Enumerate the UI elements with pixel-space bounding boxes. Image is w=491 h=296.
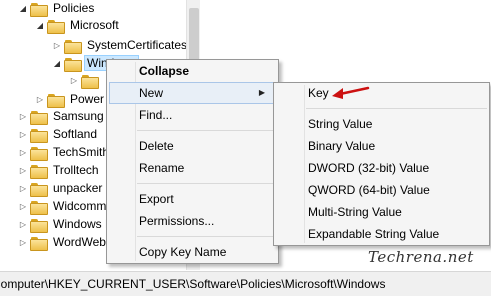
menu-item-label: Export [139,192,174,206]
collapse-arrow-icon[interactable]: ▷ [18,160,28,180]
folder-icon [64,39,82,54]
red-pointer-arrow-icon [332,86,370,99]
folder-icon [30,110,48,125]
menu-item-label: Delete [139,139,174,153]
menu-item-label: DWORD (32-bit) Value [308,161,430,175]
menu-item-new[interactable]: New ▶ [109,82,276,104]
menu-item-collapse[interactable]: Collapse [107,60,278,82]
menu-item-label: Binary Value [308,139,376,153]
submenu-item-multi-string-value[interactable]: Multi-String Value [274,201,489,223]
submenu-item-string-value[interactable]: String Value [274,113,489,135]
menu-item-label: Collapse [139,64,190,78]
menu-item-label: New [139,86,164,100]
submenu-arrow-icon: ▶ [258,88,265,97]
folder-icon [30,218,48,233]
menu-item-label: Permissions... [139,214,215,228]
submenu-item-expandable-string-value[interactable]: Expandable String Value [274,223,489,245]
tree-item-wordweb[interactable]: ▷ WordWeb [18,232,109,252]
tree-item-unpacker[interactable]: ▷ unpacker [18,178,105,198]
menu-item-rename[interactable]: Rename [107,157,278,179]
folder-icon [30,236,48,251]
tree-item-trolltech[interactable]: ▷ Trolltech [18,160,102,180]
menu-item-label: Find... [139,108,173,122]
submenu-item-dword-value[interactable]: DWORD (32-bit) Value [274,157,489,179]
menu-separator [306,108,487,109]
collapse-arrow-icon[interactable]: ▷ [18,214,28,234]
menu-item-label: Copy Key Name [139,245,227,259]
new-submenu: Key String Value Binary Value DWORD (32-… [273,82,490,246]
tree-item-systemcertificates[interactable]: ▷ SystemCertificates [52,35,190,55]
folder-icon [47,93,65,108]
tree-item-microsoft[interactable]: ◢ Microsoft [35,15,122,35]
menu-item-delete[interactable]: Delete [107,135,278,157]
menu-item-label: QWORD (64-bit) Value [308,183,430,197]
folder-icon [30,146,48,161]
collapse-arrow-icon[interactable]: ▷ [18,232,28,252]
folder-icon [30,182,48,197]
menu-item-label: Key [308,86,329,100]
menu-item-label: Expandable String Value [308,227,440,241]
collapse-arrow-icon[interactable]: ▷ [52,35,62,55]
menu-item-label: String Value [308,117,373,131]
status-path: Computer\HKEY_CURRENT_USER\Software\Poli… [0,277,386,291]
collapse-arrow-icon[interactable]: ▷ [18,142,28,162]
menu-separator [137,236,276,237]
menu-separator [137,183,276,184]
expand-arrow-icon[interactable]: ◢ [18,0,28,18]
menu-item-export[interactable]: Export [107,188,278,210]
menu-item-copy-key-name[interactable]: Copy Key Name [107,241,278,263]
tree-item-windows-l[interactable]: ▷ Windows L [18,214,115,234]
collapse-arrow-icon[interactable]: ▷ [18,196,28,216]
tree-item-child[interactable]: ▷ [69,70,107,90]
folder-icon [81,74,99,89]
collapse-arrow-icon[interactable]: ▷ [18,124,28,144]
context-menu: Collapse New ▶ Find... Delete Rename Expo… [106,59,279,264]
folder-icon [30,128,48,143]
folder-icon [47,19,65,34]
menu-separator [137,130,276,131]
expand-arrow-icon[interactable]: ◢ [35,15,45,35]
collapse-arrow-icon[interactable]: ▷ [18,178,28,198]
tree-item-widcomm[interactable]: ▷ Widcomm [18,196,109,216]
watermark: Techrena.net [368,248,474,266]
menu-item-label: Multi-String Value [308,205,402,219]
tree-item-techsmith[interactable]: ▷ TechSmith [18,142,112,162]
menu-item-find[interactable]: Find... [107,104,278,126]
menu-item-label: Rename [139,161,185,175]
tree-item-softland[interactable]: ▷ Softland [18,124,100,144]
submenu-item-key[interactable]: Key [274,82,489,104]
folder-icon [64,57,82,72]
folder-icon [30,164,48,179]
folder-icon [30,200,48,215]
status-bar: Computer\HKEY_CURRENT_USER\Software\Poli… [0,271,491,296]
submenu-item-qword-value[interactable]: QWORD (64-bit) Value [274,179,489,201]
menu-item-permissions[interactable]: Permissions... [107,210,278,232]
collapse-arrow-icon[interactable]: ▷ [69,70,79,90]
submenu-item-binary-value[interactable]: Binary Value [274,135,489,157]
folder-icon [30,2,48,17]
collapse-arrow-icon[interactable]: ▷ [18,106,28,126]
tree-item-samsung[interactable]: ▷ Samsung [18,106,107,126]
expand-arrow-icon[interactable]: ◢ [52,53,62,73]
